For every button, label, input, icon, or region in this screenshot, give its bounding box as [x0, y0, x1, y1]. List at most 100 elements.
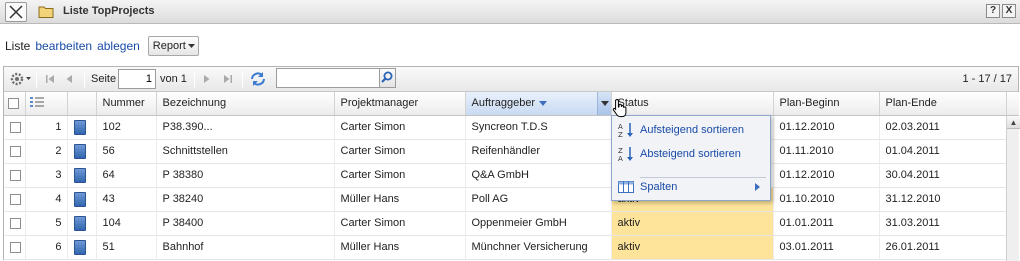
cell-nummer: 102: [96, 115, 157, 140]
row-icon-cell[interactable]: [67, 139, 97, 164]
cell-plan-beginn: 01.12.2010: [773, 163, 880, 188]
sort-desc-icon: [539, 100, 548, 106]
table-row[interactable]: 6 51 Bahnhof Müller Hans Münchner Versicheru…: [4, 235, 1007, 260]
window-title: Liste TopProjects: [63, 5, 155, 17]
document-icon[interactable]: [73, 191, 86, 207]
row-checkbox[interactable]: [10, 193, 21, 205]
cell-auftraggeber: Poll AG: [465, 187, 612, 212]
cell-plan-beginn: 01.01.2011: [773, 211, 880, 236]
cell-auftraggeber: Syncreon T.D.S: [465, 115, 612, 140]
cell-plan-ende: 01.04.2011: [879, 139, 1007, 164]
scroll-up-icon[interactable]: ▲: [1007, 116, 1020, 129]
cell-plan-ende: 02.03.2011: [879, 115, 1007, 140]
table-row[interactable]: 3 64 P 38380 Carter Simon Q&A GmbH 01.12.2010…: [4, 163, 1007, 188]
row-number: 3: [25, 163, 68, 188]
vertical-scrollbar[interactable]: ▲: [1006, 116, 1020, 261]
cell-plan-ende: 26.01.2011: [879, 235, 1007, 260]
row-checkbox[interactable]: [10, 145, 21, 157]
document-icon[interactable]: [73, 119, 86, 135]
row-icon-cell[interactable]: [67, 235, 97, 260]
cell-auftraggeber: Reifenhändler: [465, 139, 612, 164]
row-icon-cell[interactable]: [67, 163, 97, 188]
row-checkbox[interactable]: [10, 217, 21, 229]
select-all-checkbox-cell[interactable]: [4, 92, 26, 116]
row-number: 6: [25, 235, 68, 260]
first-page-icon[interactable]: [44, 71, 56, 90]
column-header-nummer[interactable]: Nummer: [96, 92, 157, 116]
table-row[interactable]: 1 102 P38.390... Carter Simon Syncreon T.D.S…: [4, 115, 1007, 140]
table-row[interactable]: 443P 38240Müller HansPoll AGaktiv01.10.2…: [4, 187, 1007, 212]
column-header-status[interactable]: Status: [611, 92, 774, 116]
cell-bezeichnung: P38.390...: [156, 115, 335, 140]
svg-text:A: A: [618, 123, 623, 131]
list-label: Liste: [5, 39, 31, 53]
paging-toolbar: Seite von 1 1 - 17 / 17: [4, 67, 1018, 92]
row-checkbox-cell[interactable]: [4, 139, 26, 164]
menu-item-sort-ascending[interactable]: AZ Aufsteigend sortieren: [612, 119, 770, 141]
row-checkbox[interactable]: [10, 121, 21, 133]
prev-page-icon[interactable]: [64, 71, 74, 90]
menu-item-sort-descending[interactable]: ZA Absteigend sortieren: [612, 143, 770, 165]
icon-column-header: [67, 92, 97, 116]
folder-icon: [38, 5, 54, 22]
search-input[interactable]: [276, 68, 380, 88]
table-row[interactable]: 2 56 Schnittstellen Carter Simon Reifenhändl…: [4, 139, 1007, 164]
document-icon[interactable]: [73, 239, 86, 255]
close-button[interactable]: X: [1002, 4, 1016, 18]
row-number: 5: [25, 211, 68, 236]
cell-projektmanager: Müller Hans: [334, 235, 466, 260]
cell-bezeichnung: P 38400: [156, 211, 335, 236]
table-row[interactable]: 5 104 P 38400 Carter Simon Oppenmeier GmbH ak…: [4, 211, 1007, 236]
row-number: 1: [25, 115, 68, 140]
row-checkbox-cell[interactable]: [4, 235, 26, 260]
svg-text:Z: Z: [618, 147, 623, 155]
menu-item-columns-label: Spalten: [640, 181, 678, 193]
menu-item-sort-ascending-label: Aufsteigend sortieren: [640, 124, 744, 136]
last-page-icon[interactable]: [222, 71, 234, 90]
row-checkbox-cell[interactable]: [4, 115, 26, 140]
document-icon[interactable]: [73, 167, 86, 183]
file-link[interactable]: ablegen: [97, 39, 140, 53]
menu-item-columns[interactable]: Spalten: [612, 176, 770, 198]
column-menu-trigger[interactable]: [596, 92, 611, 115]
svg-text:Z: Z: [618, 131, 623, 139]
report-button-label: Report: [152, 40, 186, 52]
row-number-header: [25, 92, 68, 116]
page-of-label: von 1: [160, 73, 187, 85]
column-header-plan-ende[interactable]: Plan-Ende: [879, 92, 1007, 116]
document-icon[interactable]: [73, 143, 86, 159]
page-number-input[interactable]: [118, 69, 156, 89]
next-page-icon[interactable]: [202, 71, 212, 90]
row-checkbox-cell[interactable]: [4, 187, 26, 212]
edit-link[interactable]: bearbeiten: [35, 39, 92, 53]
numbered-list-icon: [29, 96, 46, 111]
projects-table: Nummer Bezeichnung Projektmanager Auftra…: [4, 92, 1007, 260]
column-header-auftraggeber[interactable]: Auftraggeber: [465, 92, 612, 116]
cell-plan-ende: 30.04.2011: [879, 163, 1007, 188]
row-number: 2: [25, 139, 68, 164]
help-button[interactable]: ?: [986, 4, 1000, 18]
select-all-checkbox[interactable]: [8, 97, 19, 109]
row-checkbox[interactable]: [10, 169, 21, 181]
column-header-bezeichnung[interactable]: Bezeichnung: [156, 92, 335, 116]
columns-icon: [612, 180, 640, 194]
row-checkbox[interactable]: [10, 241, 21, 253]
table-header-row: Nummer Bezeichnung Projektmanager Auftra…: [4, 92, 1007, 116]
refresh-icon[interactable]: [249, 71, 267, 90]
row-icon-cell[interactable]: [67, 115, 97, 140]
grid-panel: Seite von 1 1 - 17 / 17: [3, 66, 1020, 261]
window-close-icon[interactable]: [5, 2, 27, 22]
search-icon[interactable]: [380, 68, 396, 88]
gear-icon[interactable]: [10, 71, 32, 90]
cell-projektmanager: Müller Hans: [334, 187, 466, 212]
row-checkbox-cell[interactable]: [4, 163, 26, 188]
row-icon-cell[interactable]: [67, 211, 97, 236]
report-button[interactable]: Report: [147, 36, 199, 56]
row-icon-cell[interactable]: [67, 187, 97, 212]
column-header-plan-beginn[interactable]: Plan-Beginn: [773, 92, 880, 116]
cell-plan-beginn: 01.10.2010: [773, 187, 880, 212]
cell-bezeichnung: Schnittstellen: [156, 139, 335, 164]
row-checkbox-cell[interactable]: [4, 211, 26, 236]
column-header-projektmanager[interactable]: Projektmanager: [334, 92, 466, 116]
document-icon[interactable]: [73, 215, 86, 231]
